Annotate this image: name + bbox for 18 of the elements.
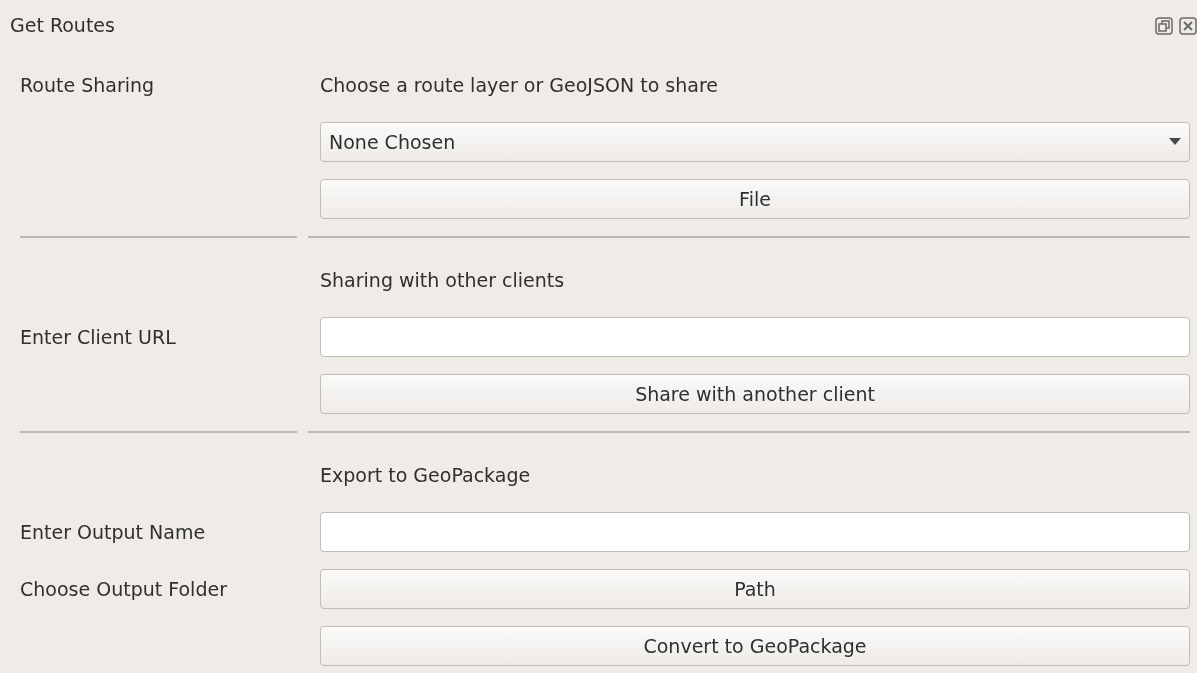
push-button[interactable]: Share with another client [320,374,1190,414]
text-input-field[interactable] [320,512,1190,552]
field-label: Route Sharing [20,73,155,96]
layer-dropdown[interactable]: None Chosen [320,122,1190,162]
field-label: Enter Output Name [20,520,206,543]
section-heading: Export to GeoPackage [320,462,531,488]
section-heading: Choose a route layer or GeoJSON to share [320,72,718,98]
dropdown-caret-icon [1169,138,1181,146]
field-label: Choose Output Folder [20,577,227,600]
window-title: Get Routes [10,12,115,38]
section-heading: Sharing with other clients [320,267,565,293]
field-label: Enter Client URL [20,325,176,348]
push-button[interactable]: File [320,179,1190,219]
text-input-field[interactable] [320,317,1190,357]
close-icon[interactable] [1179,17,1197,35]
float-window-icon[interactable] [1155,17,1173,35]
push-button[interactable]: Path [320,569,1190,609]
push-button[interactable]: Convert to GeoPackage [320,626,1190,666]
